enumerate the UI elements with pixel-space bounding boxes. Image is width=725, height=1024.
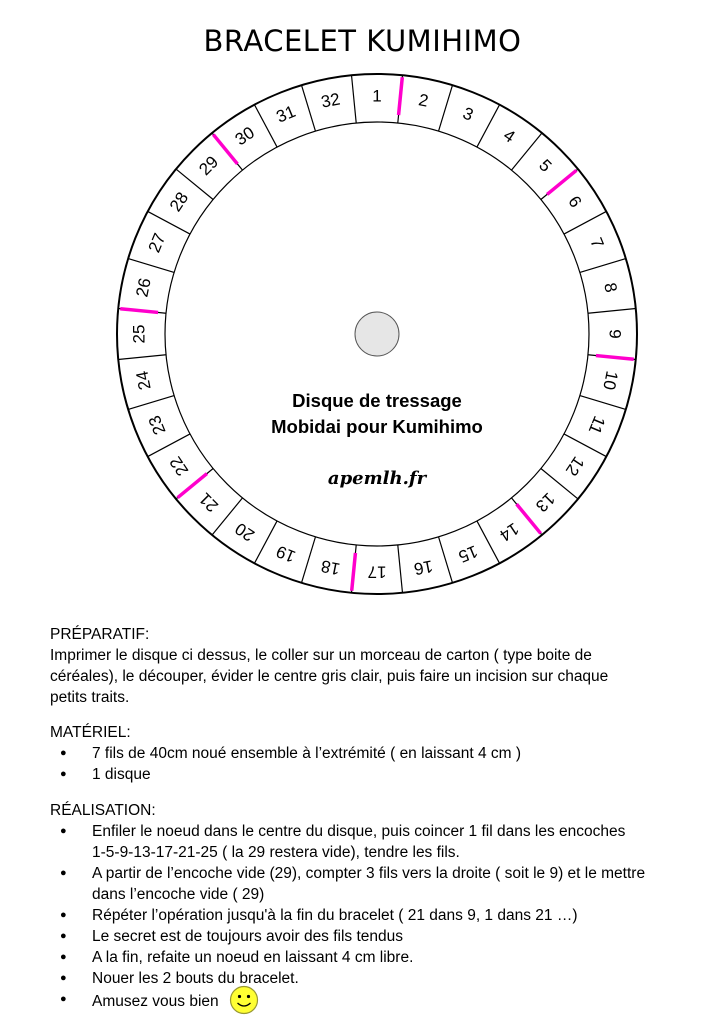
slot-number-25: 25 [130, 325, 149, 344]
list-item-line: 1-5-9-13-17-21-25 ( la 29 restera vide),… [92, 844, 460, 861]
slot-number-16: 16 [412, 556, 434, 578]
prep-heading: PRÉPARATIF: [50, 626, 150, 643]
list-item-line: A la fin, refaite un noeud en laissant 4… [92, 949, 414, 966]
site-logo-text: apemlh.fr [328, 468, 428, 489]
realisation-list: Enfiler le noeud dans le centre du disqu… [50, 821, 710, 1015]
section-materiel: MATÉRIEL: 7 fils de 40cm noué ensemble à… [50, 722, 710, 785]
prep-text-line: petits traits. [50, 689, 130, 706]
list-item: A partir de l’encoche vide (29), compter… [50, 863, 710, 905]
slot-number-10: 10 [599, 369, 621, 391]
slot-number-17: 17 [368, 563, 387, 582]
prep-text-line: céréales), le découper, évider le centre… [50, 668, 609, 685]
braiding-disc: 1 234567891011121314151617181920212223242… [116, 73, 638, 595]
prep-text-line: Imprimer le disque ci dessus, le coller … [50, 647, 592, 664]
list-item-line: Enfiler le noeud dans le centre du disqu… [92, 823, 626, 840]
slot-number-32: 32 [319, 89, 341, 111]
list-item: Le secret est de toujours avoir des fils… [50, 926, 710, 947]
list-item: A la fin, refaite un noeud en laissant 4… [50, 947, 710, 968]
slot-number-1: 1 [372, 87, 381, 106]
list-item: 7 fils de 40cm noué ensemble à l’extrémi… [50, 743, 710, 764]
list-item: Nouer les 2 bouts du bracelet. [50, 968, 710, 989]
list-item-line: dans l’encoche vide ( 29) [92, 886, 265, 903]
disc-caption-line2: Mobidai pour Kumihimo [271, 416, 483, 437]
section-preparatif: PRÉPARATIF: Imprimer le disque ci dessus… [50, 624, 710, 708]
materiel-list: 7 fils de 40cm noué ensemble à l’extrémi… [50, 743, 710, 785]
list-item-line: Amusez vous bien [92, 993, 219, 1011]
section-realisation: RÉALISATION: Enfiler le noeud dans le ce… [50, 800, 710, 1015]
list-item-line: Le secret est de toujours avoir des fils… [92, 928, 404, 945]
slot-number-26: 26 [132, 276, 154, 298]
slot-number-18: 18 [319, 556, 341, 578]
list-item-line: Répéter l’opération jusqu'à la fin du br… [92, 907, 578, 924]
slot-number-24: 24 [132, 369, 154, 391]
smiley-icon [229, 985, 259, 1015]
center-hole [354, 311, 400, 357]
materiel-heading: MATÉRIEL: [50, 724, 131, 741]
realisation-heading: RÉALISATION: [50, 802, 156, 819]
list-item: Amusez vous bien [50, 985, 710, 1015]
list-item: Répéter l’opération jusqu'à la fin du br… [50, 905, 710, 926]
list-item: Enfiler le noeud dans le centre du disqu… [50, 821, 710, 863]
list-item-line: A partir de l’encoche vide (29), compter… [92, 865, 646, 882]
list-item: 1 disque [50, 764, 710, 785]
list-item-line: Nouer les 2 bouts du bracelet. [92, 970, 299, 987]
slot-number-9: 9 [606, 329, 625, 338]
disc-caption-line1: Disque de tressage [292, 390, 462, 411]
